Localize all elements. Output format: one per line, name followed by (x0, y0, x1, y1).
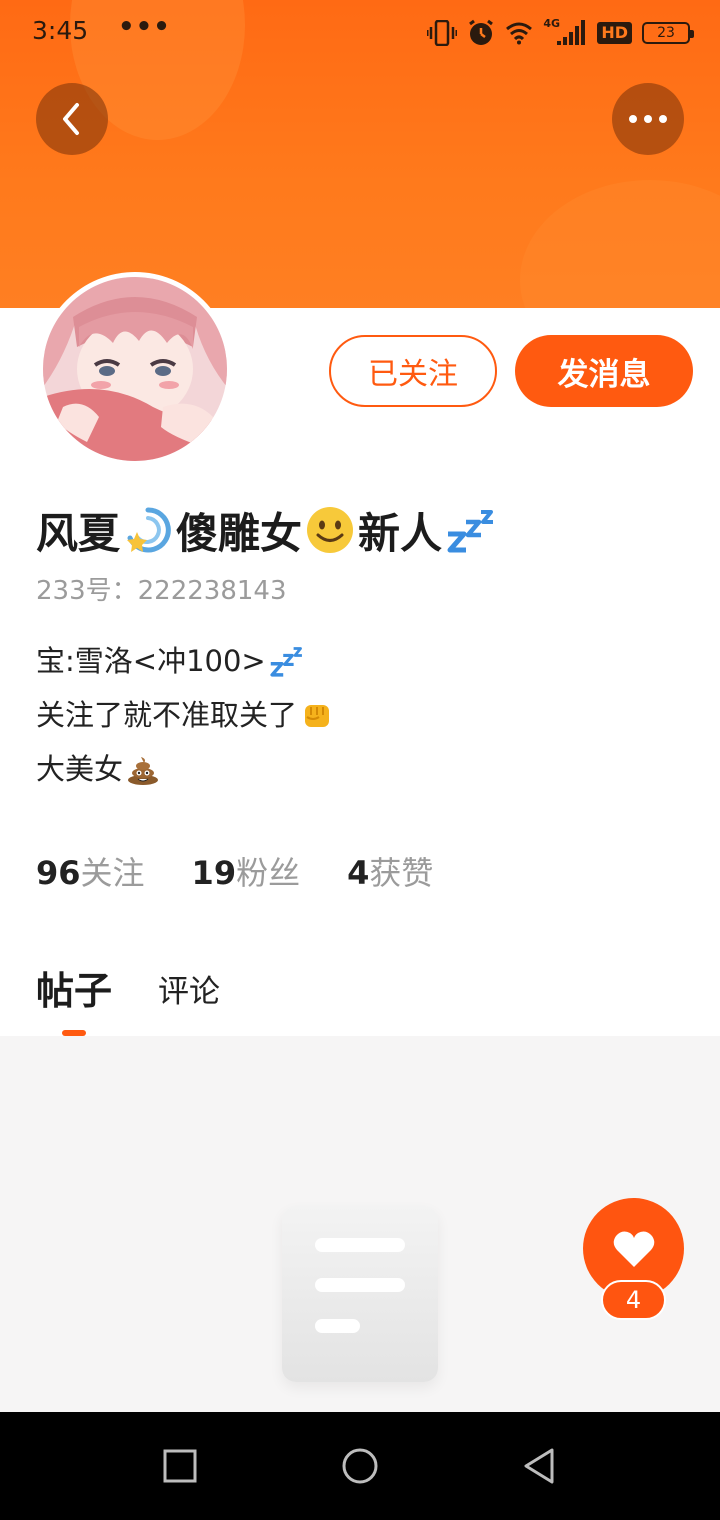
tab-comments[interactable]: 评论 (158, 966, 220, 1015)
zzz-sleeping-icon (447, 510, 494, 553)
send-message-button[interactable]: 发消息 (515, 335, 693, 407)
stat-label: 获赞 (369, 854, 434, 892)
status-bar: 3:45 ••• 4G HD 23 (0, 0, 720, 66)
chevron-left-icon (63, 103, 79, 135)
battery-icon: 23 (642, 22, 694, 44)
stat-label: 关注 (80, 854, 145, 892)
smiling-face-icon (307, 507, 354, 553)
stat-followers[interactable]: 19粉丝 (192, 848, 301, 894)
like-count-badge: 4 (601, 1280, 666, 1320)
profile-stats: 96关注 19粉丝 4获赞 (36, 848, 433, 894)
bio-text: 宝:雪洛<冲100> (36, 644, 266, 678)
dizzy-emoji-icon (127, 507, 171, 553)
battery-level: 23 (657, 25, 675, 41)
alarm-icon (469, 19, 494, 45)
following-button[interactable]: 已关注 (329, 335, 497, 407)
stat-value: 96 (36, 854, 81, 892)
wifi-icon (506, 22, 533, 45)
bio-text: 关注了就不准取关了 (36, 698, 298, 732)
pile-of-poo-icon (128, 757, 159, 785)
stat-label: 粉丝 (236, 854, 301, 892)
stat-value: 19 (191, 854, 237, 892)
bio-line: 大美女 (36, 742, 335, 796)
more-horizontal-icon (629, 115, 667, 123)
profile-tabs: 帖子 评论 (36, 955, 220, 1015)
nickname-part: 傻雕女 (176, 508, 303, 558)
bio-line: 关注了就不准取关了 (36, 688, 335, 742)
stat-following[interactable]: 96关注 (36, 848, 145, 894)
tab-posts[interactable]: 帖子 (36, 960, 112, 1015)
status-overflow-dots: ••• (118, 12, 171, 42)
zzz-sleeping-icon (270, 647, 302, 677)
status-time: 3:45 (32, 16, 89, 45)
hd-badge: HD (597, 22, 632, 44)
cell-signal-icon: 4G (543, 17, 587, 47)
stat-value: 4 (347, 854, 370, 892)
empty-document-icon (282, 1206, 438, 1382)
nickname-part: 风夏 (36, 508, 121, 558)
nickname: 风夏 傻雕女 新人 (36, 500, 498, 560)
system-nav-bar (0, 1412, 720, 1520)
bio-text: 大美女 (36, 752, 124, 786)
bio-line: 宝:雪洛<冲100> (36, 634, 335, 688)
status-icons: 4G HD 23 (427, 16, 694, 50)
recent-apps-icon[interactable] (160, 1446, 200, 1486)
nickname-part: 新人 (358, 508, 443, 558)
avatar[interactable] (38, 272, 232, 466)
stat-likes[interactable]: 4获赞 (347, 848, 433, 894)
home-icon[interactable] (340, 1446, 380, 1486)
bio: 宝:雪洛<冲100> 关注了就不准取关了 大美女 (36, 634, 335, 796)
fist-icon (305, 705, 330, 727)
heart-icon (613, 1231, 654, 1267)
user-id: 233号：222238143 (36, 576, 287, 606)
banner-decoration (520, 180, 720, 308)
more-options-button[interactable] (612, 83, 684, 155)
avatar-image (43, 277, 227, 461)
back-triangle-icon[interactable] (520, 1446, 560, 1486)
vibrate-icon (427, 20, 458, 46)
back-button[interactable] (36, 83, 108, 155)
